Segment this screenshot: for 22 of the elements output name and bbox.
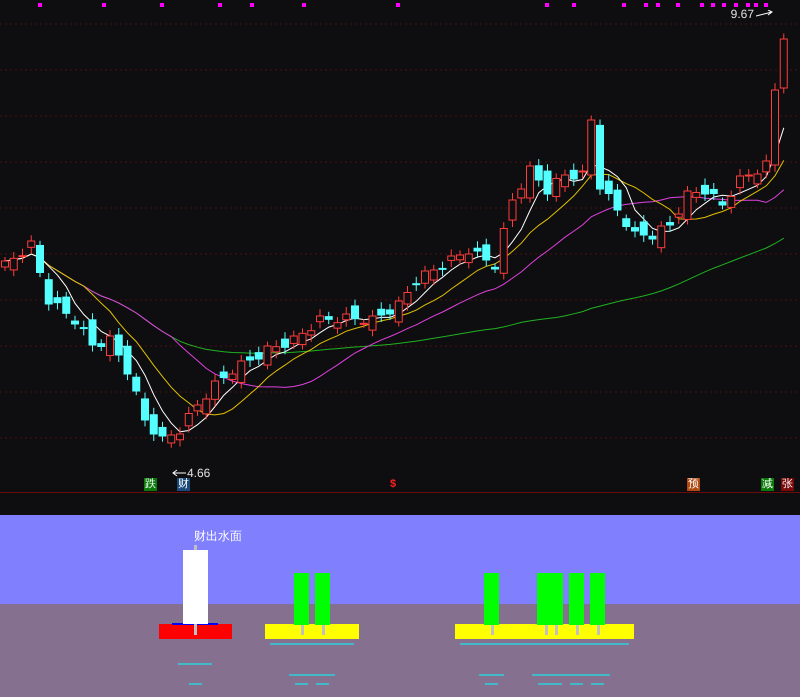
candlestick [377,302,386,322]
candlestick [290,330,298,350]
signal-label: 减 [761,478,774,491]
candlestick [710,182,718,200]
arrow-icon [756,10,774,18]
arrow-icon [172,469,186,477]
signal-label: $ [389,478,398,491]
low-price-label: 4.66 [187,465,210,480]
signal-label: 张 [781,478,794,491]
candlestick [342,306,350,328]
candlestick [552,172,560,202]
candlestick [447,248,456,268]
candlestick [307,323,316,342]
signal-label: 跌 [144,478,157,491]
signal-label: 预 [687,478,700,491]
indicator-caption: 财出水面 [194,528,242,545]
candlestick [464,248,473,269]
candlestick [114,328,123,362]
candlestick [167,430,176,448]
high-price-label: 9.67 [730,6,754,23]
signal-label: 财 [177,478,190,491]
candlestick [430,264,438,286]
